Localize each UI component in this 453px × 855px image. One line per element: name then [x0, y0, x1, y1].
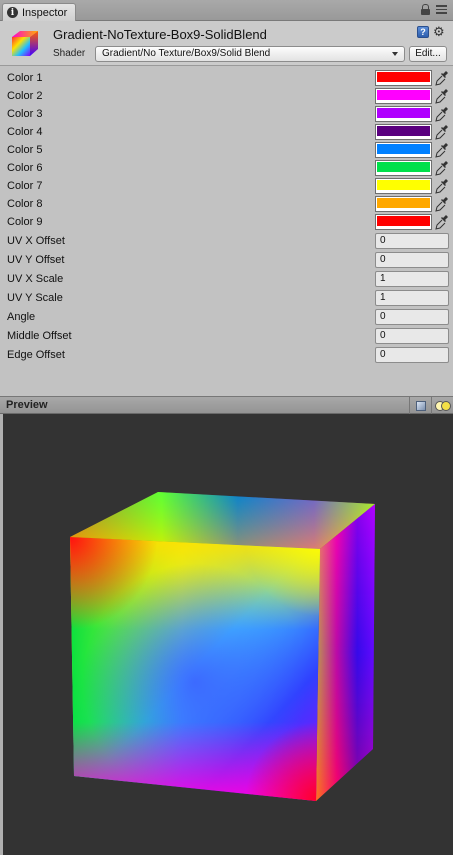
preview-mesh-button[interactable]: [409, 397, 431, 414]
preview-cube: [70, 492, 375, 801]
help-icon[interactable]: ?: [417, 26, 429, 38]
color-row-7: Color 7: [0, 177, 453, 195]
eyedropper-icon[interactable]: [435, 214, 449, 230]
cube-icon: [415, 400, 426, 411]
preview-lighting-button[interactable]: [431, 397, 453, 414]
color-swatch[interactable]: [375, 70, 432, 86]
eyedropper-icon[interactable]: [435, 124, 449, 140]
edit-shader-button[interactable]: Edit...: [409, 46, 447, 62]
material-header: Gradient-NoTexture-Box9-SolidBlend ? ⚙ S…: [0, 21, 453, 66]
material-name: Gradient-NoTexture-Box9-SolidBlend: [53, 27, 267, 42]
color-row-1: Color 1: [0, 69, 453, 87]
color-swatch[interactable]: [375, 178, 432, 194]
property-label: UV Y Scale: [7, 292, 63, 304]
property-label: Color 6: [7, 162, 43, 174]
property-label: Color 1: [7, 72, 43, 84]
property-label: Middle Offset: [7, 330, 72, 342]
middle-offset-row: Middle Offset 0: [0, 327, 453, 345]
eyedropper-icon[interactable]: [435, 88, 449, 104]
eyedropper-icon[interactable]: [435, 178, 449, 194]
edge-offset-field[interactable]: 0: [375, 347, 449, 363]
uv-x-offset-row: UV X Offset 0: [0, 232, 453, 250]
color-row-9: Color 9: [0, 213, 453, 231]
preview-tools: [409, 397, 453, 414]
property-label: UV X Offset: [7, 235, 65, 247]
gear-icon[interactable]: ⚙: [433, 25, 447, 39]
eyedropper-icon[interactable]: [435, 70, 449, 86]
color-swatch[interactable]: [375, 160, 432, 176]
property-label: Edge Offset: [7, 349, 65, 361]
property-label: Color 3: [7, 108, 43, 120]
tab-label: Inspector: [22, 6, 68, 19]
angle-field[interactable]: 0: [375, 309, 449, 325]
chevron-down-icon: [392, 52, 398, 56]
lock-icon[interactable]: [421, 4, 430, 15]
eyedropper-icon[interactable]: [435, 106, 449, 122]
color-row-2: Color 2: [0, 87, 453, 105]
color-swatch[interactable]: [375, 214, 432, 230]
menu-icon[interactable]: [436, 4, 447, 15]
eyedropper-icon[interactable]: [435, 196, 449, 212]
preview-header[interactable]: Preview: [0, 396, 453, 414]
property-label: UV X Scale: [7, 273, 64, 285]
color-row-6: Color 6: [0, 159, 453, 177]
tab-inspector[interactable]: i Inspector: [2, 3, 76, 21]
property-label: Angle: [7, 311, 36, 323]
property-label: Color 8: [7, 198, 43, 210]
uv-y-offset-field[interactable]: 0: [375, 252, 449, 268]
color-swatch[interactable]: [375, 88, 432, 104]
angle-row: Angle 0: [0, 308, 453, 326]
lights-icon: [434, 400, 451, 411]
property-label: Color 2: [7, 90, 43, 102]
eyedropper-icon[interactable]: [435, 142, 449, 158]
uv-y-offset-row: UV Y Offset 0: [0, 251, 453, 269]
color-row-4: Color 4: [0, 123, 453, 141]
uv-x-scale-row: UV X Scale 1: [0, 270, 453, 288]
tab-tools: [421, 4, 447, 15]
uv-x-scale-field[interactable]: 1: [375, 271, 449, 287]
color-swatch[interactable]: [375, 142, 432, 158]
property-label: UV Y Offset: [7, 254, 65, 266]
edge-offset-row: Edge Offset 0: [0, 346, 453, 364]
color-swatch[interactable]: [375, 196, 432, 212]
middle-offset-field[interactable]: 0: [375, 328, 449, 344]
color-swatch[interactable]: [375, 124, 432, 140]
property-label: Color 5: [7, 144, 43, 156]
property-label: Color 7: [7, 180, 43, 192]
preview-viewport[interactable]: [0, 414, 453, 855]
tab-bar: i Inspector: [0, 0, 453, 21]
info-icon: i: [7, 7, 18, 18]
color-row-8: Color 8: [0, 195, 453, 213]
color-swatch[interactable]: [375, 106, 432, 122]
preview-title: Preview: [6, 399, 48, 411]
uv-y-scale-row: UV Y Scale 1: [0, 289, 453, 307]
material-cube-icon: [12, 31, 38, 56]
uv-x-offset-field[interactable]: 0: [375, 233, 449, 249]
color-row-5: Color 5: [0, 141, 453, 159]
uv-y-scale-field[interactable]: 1: [375, 290, 449, 306]
shader-dropdown[interactable]: Gradient/No Texture/Box9/Solid Blend: [95, 46, 405, 62]
shader-value: Gradient/No Texture/Box9/Solid Blend: [102, 48, 271, 59]
color-row-3: Color 3: [0, 105, 453, 123]
property-label: Color 4: [7, 126, 43, 138]
eyedropper-icon[interactable]: [435, 160, 449, 176]
shader-label: Shader: [53, 48, 86, 59]
property-label: Color 9: [7, 216, 43, 228]
